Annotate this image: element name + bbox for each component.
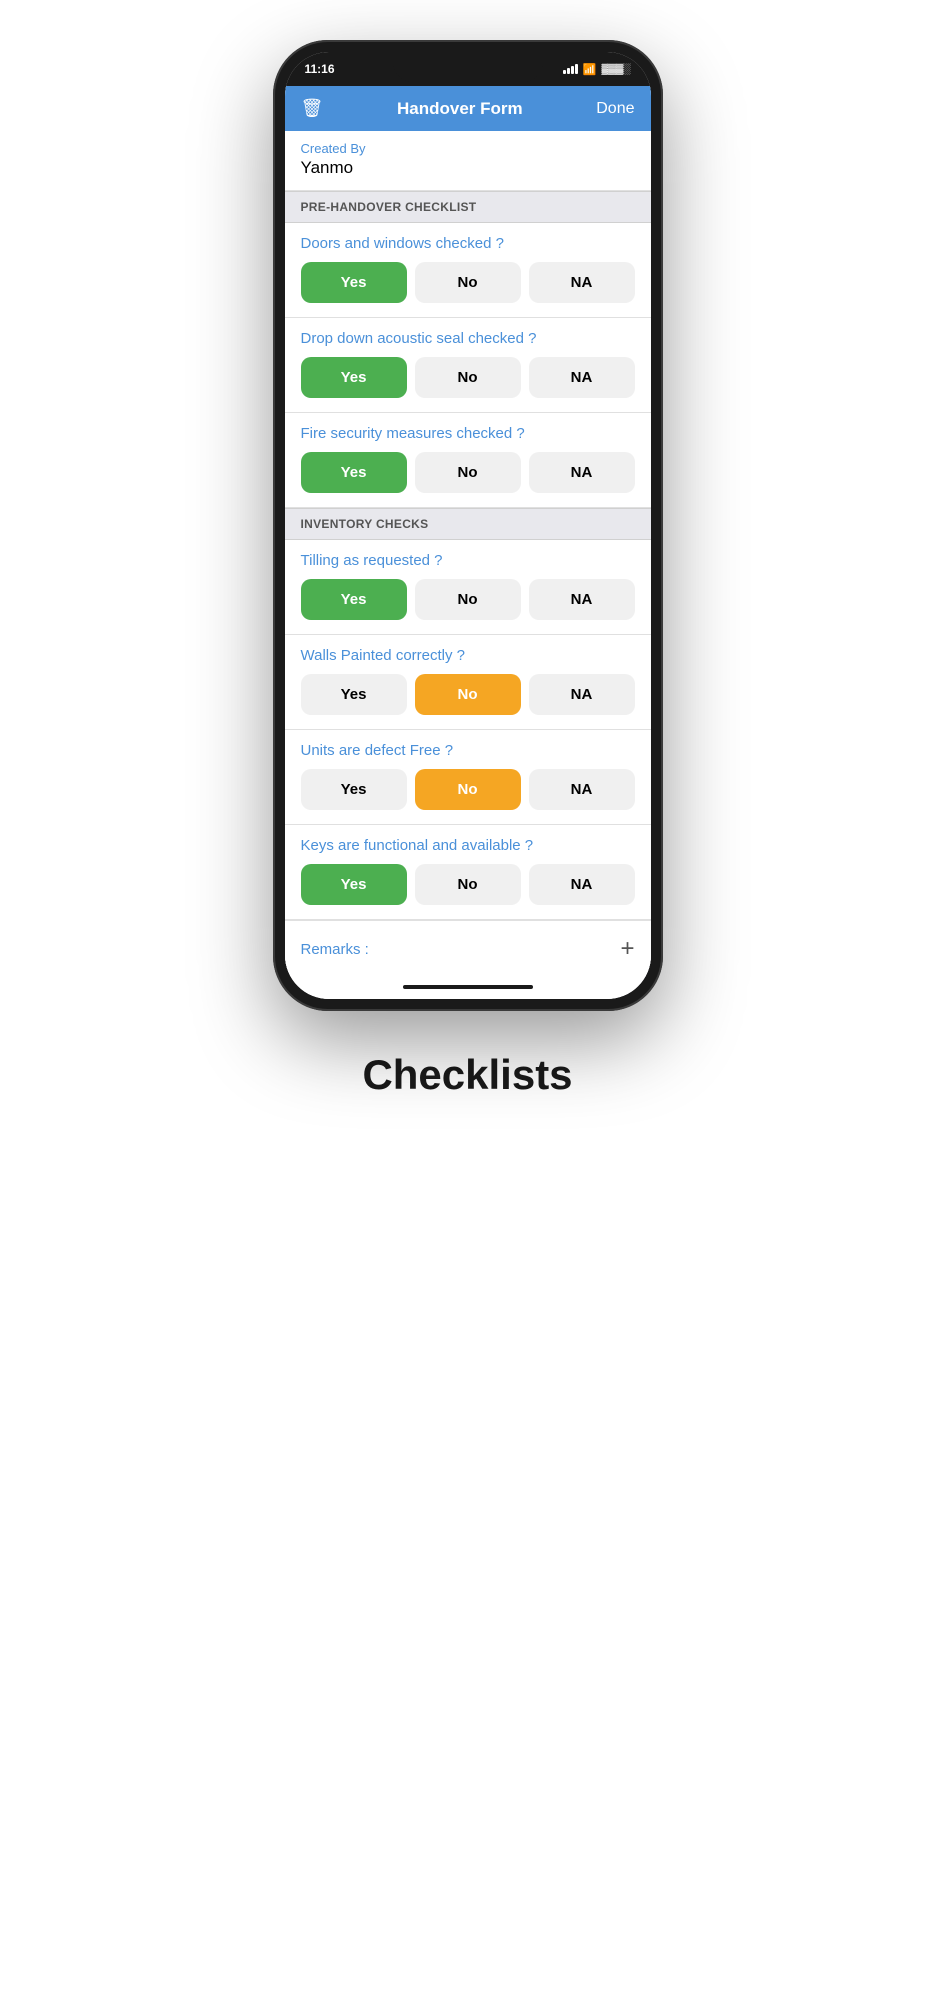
checklist-item-walls-painted: Walls Painted correctly ? Yes No NA	[285, 635, 651, 730]
btn-group-tilling: Yes No NA	[301, 579, 635, 620]
btn-na-doors-windows[interactable]: NA	[529, 262, 635, 303]
status-bar: 11:16 📶 ▓▓▓░	[285, 52, 651, 86]
btn-group-units-defect: Yes No NA	[301, 769, 635, 810]
btn-no-acoustic-seal[interactable]: No	[415, 357, 521, 398]
question-units-defect: Units are defect Free ?	[301, 742, 635, 759]
wifi-icon: 📶	[583, 63, 597, 76]
btn-na-tilling[interactable]: NA	[529, 579, 635, 620]
btn-na-acoustic-seal[interactable]: NA	[529, 357, 635, 398]
btn-no-tilling[interactable]: No	[415, 579, 521, 620]
btn-yes-tilling[interactable]: Yes	[301, 579, 407, 620]
btn-na-fire-security[interactable]: NA	[529, 452, 635, 493]
signal-icon	[563, 64, 578, 74]
btn-yes-fire-security[interactable]: Yes	[301, 452, 407, 493]
battery-icon: ▓▓▓░	[602, 64, 631, 75]
home-indicator	[285, 977, 651, 999]
phone-inner: 11:16 📶 ▓▓▓░	[285, 52, 651, 999]
checklist-item-units-defect: Units are defect Free ? Yes No NA	[285, 730, 651, 825]
created-by-section: Created By Yanmo	[285, 131, 651, 191]
notch-cutout	[393, 52, 543, 82]
btn-yes-walls-painted[interactable]: Yes	[301, 674, 407, 715]
checklist-item-acoustic-seal: Drop down acoustic seal checked ? Yes No…	[285, 318, 651, 413]
created-by-value: Yanmo	[301, 158, 635, 178]
remarks-label: Remarks :	[301, 941, 369, 958]
section-header-inventory: INVENTORY CHECKS	[285, 508, 651, 540]
btn-na-walls-painted[interactable]: NA	[529, 674, 635, 715]
bottom-label: Checklists	[362, 1051, 572, 1099]
page-wrapper: 11:16 📶 ▓▓▓░	[0, 0, 935, 2000]
form-area: Created By Yanmo PRE-HANDOVER CHECKLIST …	[285, 131, 651, 977]
question-acoustic-seal: Drop down acoustic seal checked ?	[301, 330, 635, 347]
status-time: 11:16	[305, 62, 335, 76]
btn-group-walls-painted: Yes No NA	[301, 674, 635, 715]
created-by-label: Created By	[301, 141, 635, 156]
phone-screen: 🗑 Handover Form Done Created By Yanmo PR…	[285, 86, 651, 999]
btn-no-keys[interactable]: No	[415, 864, 521, 905]
section-header-pre-handover: PRE-HANDOVER CHECKLIST	[285, 191, 651, 223]
question-walls-painted: Walls Painted correctly ?	[301, 647, 635, 664]
btn-group-fire-security: Yes No NA	[301, 452, 635, 493]
done-button[interactable]: Done	[596, 100, 634, 118]
btn-yes-keys[interactable]: Yes	[301, 864, 407, 905]
btn-no-walls-painted[interactable]: No	[415, 674, 521, 715]
btn-yes-acoustic-seal[interactable]: Yes	[301, 357, 407, 398]
checklist-item-tilling: Tilling as requested ? Yes No NA	[285, 540, 651, 635]
btn-na-keys[interactable]: NA	[529, 864, 635, 905]
checklist-item-keys: Keys are functional and available ? Yes …	[285, 825, 651, 920]
question-fire-security: Fire security measures checked ?	[301, 425, 635, 442]
nav-bar: 🗑 Handover Form Done	[285, 86, 651, 131]
phone-frame: 11:16 📶 ▓▓▓░	[273, 40, 663, 1011]
checklist-item-fire-security: Fire security measures checked ? Yes No …	[285, 413, 651, 508]
btn-no-units-defect[interactable]: No	[415, 769, 521, 810]
btn-no-doors-windows[interactable]: No	[415, 262, 521, 303]
remarks-add-button[interactable]: +	[620, 935, 634, 963]
btn-yes-doors-windows[interactable]: Yes	[301, 262, 407, 303]
question-keys: Keys are functional and available ?	[301, 837, 635, 854]
btn-no-fire-security[interactable]: No	[415, 452, 521, 493]
checklist-item-doors-windows: Doors and windows checked ? Yes No NA	[285, 223, 651, 318]
status-icons: 📶 ▓▓▓░	[563, 63, 631, 76]
question-tilling: Tilling as requested ?	[301, 552, 635, 569]
nav-title: Handover Form	[397, 99, 523, 119]
btn-group-acoustic-seal: Yes No NA	[301, 357, 635, 398]
btn-na-units-defect[interactable]: NA	[529, 769, 635, 810]
remarks-section: Remarks : +	[285, 920, 651, 977]
trash-icon[interactable]: 🗑	[301, 98, 324, 119]
home-bar	[403, 985, 533, 989]
btn-group-doors-windows: Yes No NA	[301, 262, 635, 303]
btn-group-keys: Yes No NA	[301, 864, 635, 905]
question-doors-windows: Doors and windows checked ?	[301, 235, 635, 252]
btn-yes-units-defect[interactable]: Yes	[301, 769, 407, 810]
